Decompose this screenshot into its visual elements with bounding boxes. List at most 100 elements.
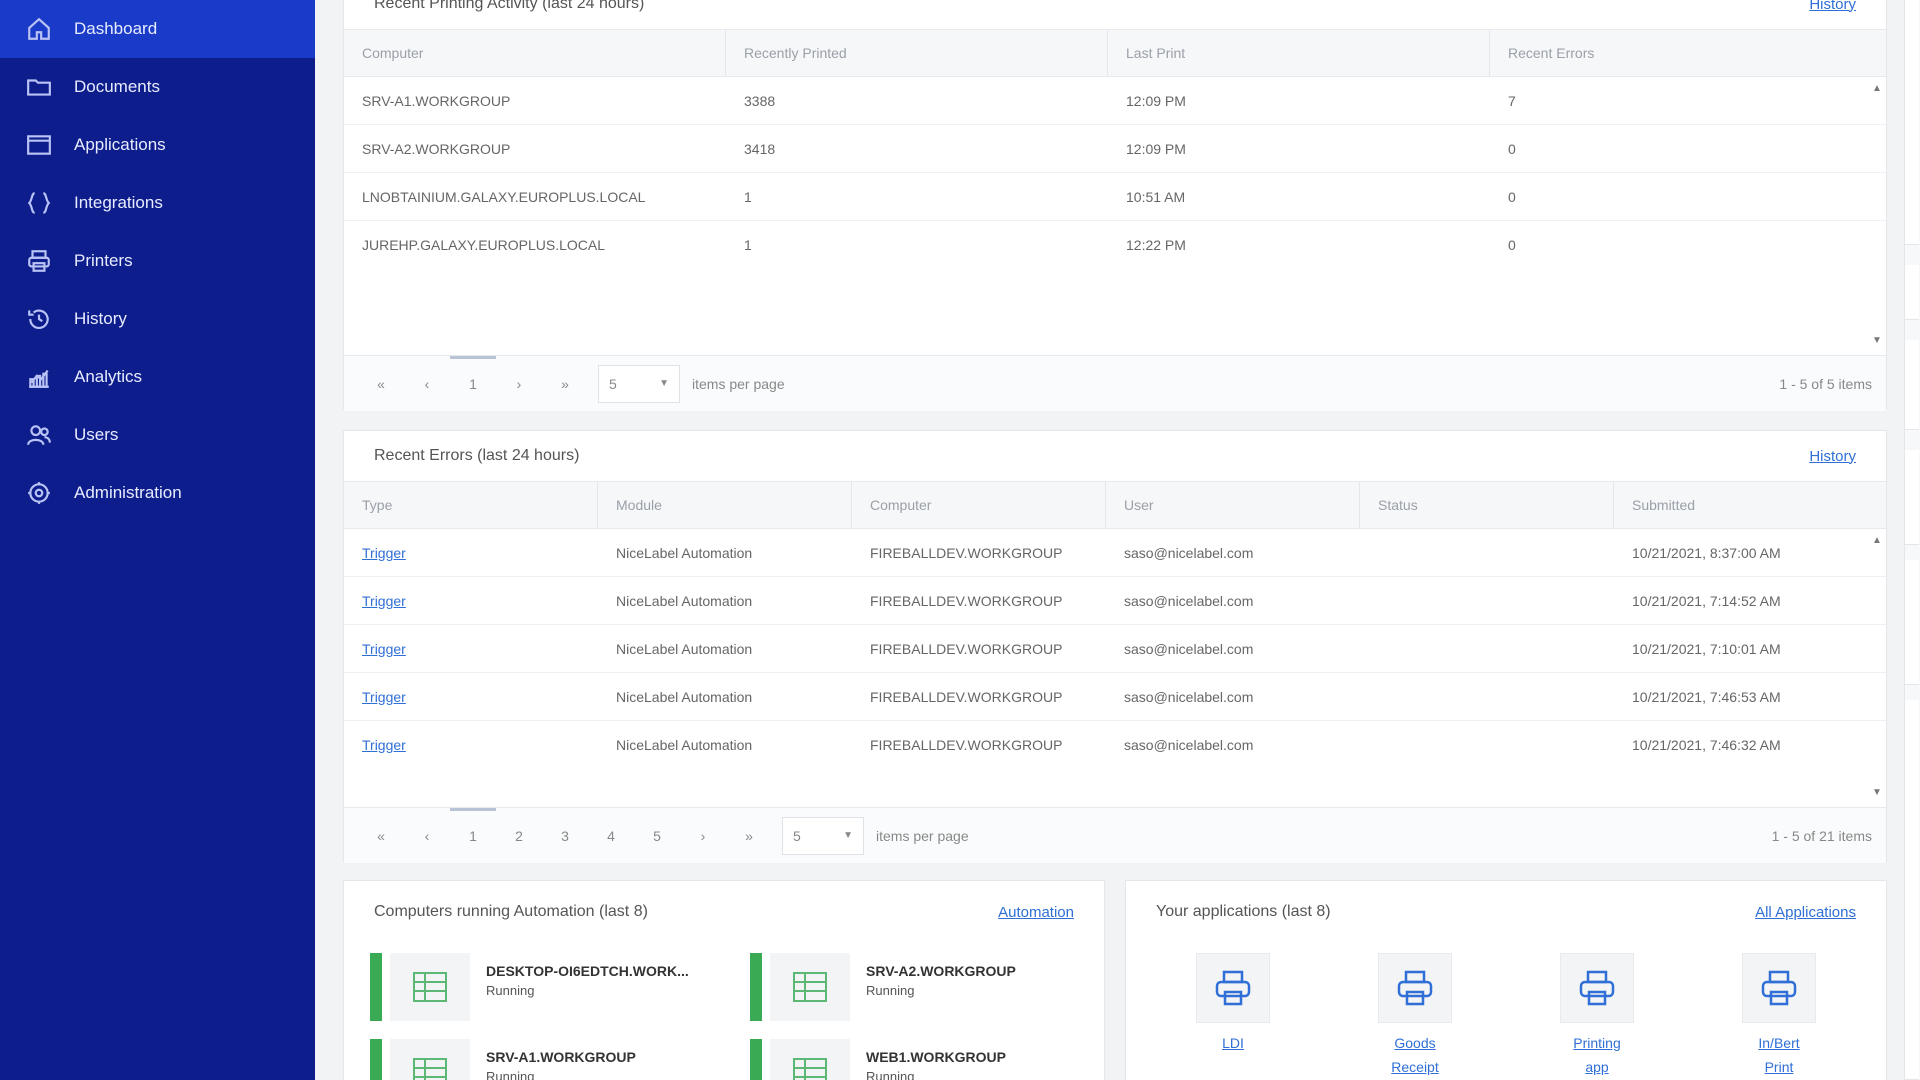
table-row[interactable]: LNOBTAINIUM.GALAXY.EUROPLUS.LOCAL 1 10:5… xyxy=(344,173,1886,221)
page-button[interactable]: 1 xyxy=(450,807,496,844)
column-header[interactable]: Module xyxy=(598,482,852,528)
sidebar-item-dashboard[interactable]: Dashboard xyxy=(0,0,315,58)
computer-tile[interactable]: SRV-A1.WORKGROUP Running xyxy=(370,1039,636,1080)
computer-tile[interactable]: SRV-A2.WORKGROUP Running xyxy=(750,953,1016,1021)
right-edge-panel xyxy=(1904,0,1920,1080)
chevron-down-icon: ▼ xyxy=(843,830,853,841)
table-row[interactable]: Trigger NiceLabel Automation FIREBALLDEV… xyxy=(344,577,1886,625)
items-per-page-select[interactable]: 5 ▼ xyxy=(782,816,864,855)
prev-page-button[interactable]: ‹ xyxy=(404,828,450,844)
last-page-button[interactable]: » xyxy=(726,828,772,844)
column-header[interactable]: Status xyxy=(1360,482,1614,528)
table-body: Trigger NiceLabel Automation FIREBALLDEV… xyxy=(344,529,1886,769)
column-header[interactable]: Recently Printed xyxy=(726,30,1108,76)
prev-page-button[interactable]: ‹ xyxy=(404,376,450,392)
computer-status: Running xyxy=(486,1069,535,1080)
cell-type-link[interactable]: Trigger xyxy=(344,545,598,561)
sidebar-item-label: Documents xyxy=(74,77,160,96)
sidebar-item-users[interactable]: Users xyxy=(0,406,315,464)
table-row[interactable]: SRV-A2.WORKGROUP 3418 12:09 PM 0 xyxy=(344,125,1886,173)
application-tile[interactable]: LDI xyxy=(1178,953,1288,1055)
server-icon xyxy=(770,953,850,1021)
cell-recent-errors: 0 xyxy=(1508,140,1516,157)
computer-tile[interactable]: DESKTOP-OI6EDTCH.WORK... Running xyxy=(370,953,689,1021)
sidebar-item-documents[interactable]: Documents xyxy=(0,58,315,116)
cell-user: saso@nicelabel.com xyxy=(1124,688,1254,705)
column-header[interactable]: Recent Errors xyxy=(1490,30,1868,76)
sidebar-item-printers[interactable]: Printers xyxy=(0,232,315,290)
table-row[interactable]: Trigger NiceLabel Automation FIREBALLDEV… xyxy=(344,625,1886,673)
application-name-line2: app xyxy=(1585,1059,1609,1075)
sidebar-item-label: Users xyxy=(74,425,119,444)
sidebar-item-label: Printers xyxy=(74,251,133,270)
cell-module: NiceLabel Automation xyxy=(616,737,753,753)
scroll-up-icon[interactable]: ▲ xyxy=(1872,83,1882,94)
sidebar-item-administration[interactable]: Administration xyxy=(0,464,315,522)
computer-name: SRV-A1.WORKGROUP xyxy=(486,1049,636,1065)
server-icon xyxy=(770,1039,850,1080)
computer-name: WEB1.WORKGROUP xyxy=(866,1049,1006,1065)
last-page-button[interactable]: » xyxy=(542,376,588,392)
computer-status: Running xyxy=(486,983,535,998)
page-button[interactable]: 4 xyxy=(588,828,634,844)
table-row[interactable]: SRV-A1.WORKGROUP 3388 12:09 PM 7 xyxy=(344,77,1886,125)
history-link[interactable]: History xyxy=(1809,448,1856,465)
next-page-button[interactable]: › xyxy=(680,828,726,844)
table-row[interactable]: Trigger NiceLabel Automation FIREBALLDEV… xyxy=(344,673,1886,721)
sidebar-item-label: Analytics xyxy=(74,367,143,386)
sidebar-item-analytics[interactable]: Analytics xyxy=(0,348,315,406)
application-tile[interactable]: Goods Receipt xyxy=(1360,953,1470,1079)
history-icon xyxy=(24,304,54,334)
column-header[interactable]: Last Print xyxy=(1108,30,1490,76)
sidebar-item-integrations[interactable]: Integrations xyxy=(0,174,315,232)
cell-type-link[interactable]: Trigger xyxy=(344,641,598,657)
cell-type-link[interactable]: Trigger xyxy=(344,737,598,753)
column-header[interactable]: Submitted xyxy=(1614,482,1868,528)
all-applications-link[interactable]: All Applications xyxy=(1755,904,1856,921)
application-tile[interactable]: Printing app xyxy=(1542,953,1652,1079)
next-page-button[interactable]: › xyxy=(496,376,542,392)
history-link[interactable]: History xyxy=(1809,0,1856,13)
scroll-down-icon[interactable]: ▼ xyxy=(1872,787,1882,798)
computer-tile[interactable]: WEB1.WORKGROUP Running xyxy=(750,1039,1006,1080)
automation-link[interactable]: Automation xyxy=(998,904,1074,921)
page-button[interactable]: 3 xyxy=(542,828,588,844)
cell-type-link[interactable]: Trigger xyxy=(344,689,598,705)
sidebar-item-label: History xyxy=(74,309,127,328)
table-row[interactable]: Trigger NiceLabel Automation FIREBALLDEV… xyxy=(344,529,1886,577)
panel-title: Computers running Automation (last 8) xyxy=(374,903,648,920)
cell-recently-printed: 1 xyxy=(744,237,752,253)
pagination-summary: 1 - 5 of 21 items xyxy=(1771,827,1872,844)
page-button[interactable]: 2 xyxy=(496,828,542,844)
cell-recently-printed: 1 xyxy=(744,188,752,205)
scroll-up-icon[interactable]: ▲ xyxy=(1872,535,1882,546)
column-header[interactable]: Type xyxy=(344,482,598,528)
chevron-down-icon: ▼ xyxy=(659,378,669,389)
cell-computer: SRV-A2.WORKGROUP xyxy=(362,140,511,157)
cell-submitted: 10/21/2021, 7:46:53 AM xyxy=(1632,688,1781,705)
gear-icon xyxy=(24,478,54,508)
cell-submitted: 10/21/2021, 8:37:00 AM xyxy=(1632,544,1781,561)
scroll-down-icon[interactable]: ▼ xyxy=(1872,335,1882,346)
column-header[interactable]: Computer xyxy=(852,482,1106,528)
status-indicator xyxy=(750,1039,762,1080)
cell-computer: JUREHP.GALAXY.EUROPLUS.LOCAL xyxy=(362,237,606,253)
panel-title: Recent Printing Activity (last 24 hours) xyxy=(374,0,645,12)
items-per-page-label: items per page xyxy=(692,375,785,392)
page-button[interactable]: 1 xyxy=(450,355,496,392)
first-page-button[interactable]: « xyxy=(358,376,404,392)
column-header[interactable]: User xyxy=(1106,482,1360,528)
home-icon xyxy=(24,14,54,44)
cell-recent-errors: 7 xyxy=(1508,92,1516,109)
page-button[interactable]: 5 xyxy=(634,828,680,844)
sidebar-item-applications[interactable]: Applications xyxy=(0,116,315,174)
sidebar-item-history[interactable]: History xyxy=(0,290,315,348)
column-header[interactable]: Computer xyxy=(344,30,726,76)
table-row[interactable]: Trigger NiceLabel Automation FIREBALLDEV… xyxy=(344,721,1886,769)
first-page-button[interactable]: « xyxy=(358,828,404,844)
cell-type-link[interactable]: Trigger xyxy=(344,593,598,609)
cell-user: saso@nicelabel.com xyxy=(1124,544,1254,561)
table-row[interactable]: JUREHP.GALAXY.EUROPLUS.LOCAL 1 12:22 PM … xyxy=(344,221,1886,269)
items-per-page-select[interactable]: 5 ▼ xyxy=(598,364,680,403)
application-tile[interactable]: In/Bert Print xyxy=(1724,953,1834,1079)
